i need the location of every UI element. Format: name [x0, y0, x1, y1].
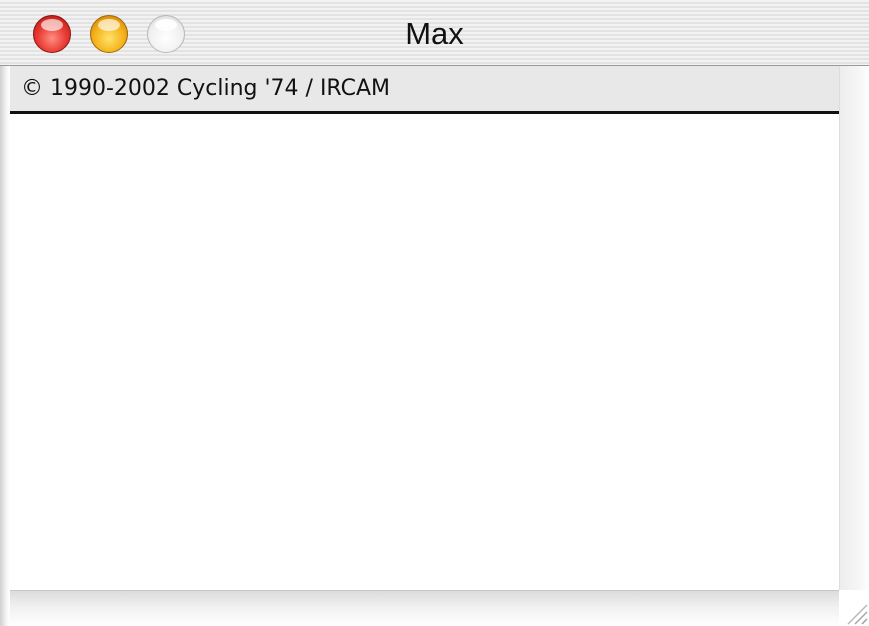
window-title: Max	[405, 16, 464, 51]
resize-grip-icon[interactable]	[839, 590, 869, 626]
copyright-status-bar: © 1990-2002 Cycling '74 / IRCAM	[10, 66, 839, 114]
window-titlebar[interactable]: Max	[0, 0, 869, 66]
max-console-area[interactable]	[10, 114, 839, 590]
horizontal-scroll-area[interactable]	[10, 590, 839, 626]
max-window: Max © 1990-2002 Cycling '74 / IRCAM	[0, 0, 869, 626]
vertical-scroll-area[interactable]	[839, 66, 869, 626]
copyright-text: © 1990-2002 Cycling '74 / IRCAM	[21, 76, 391, 101]
